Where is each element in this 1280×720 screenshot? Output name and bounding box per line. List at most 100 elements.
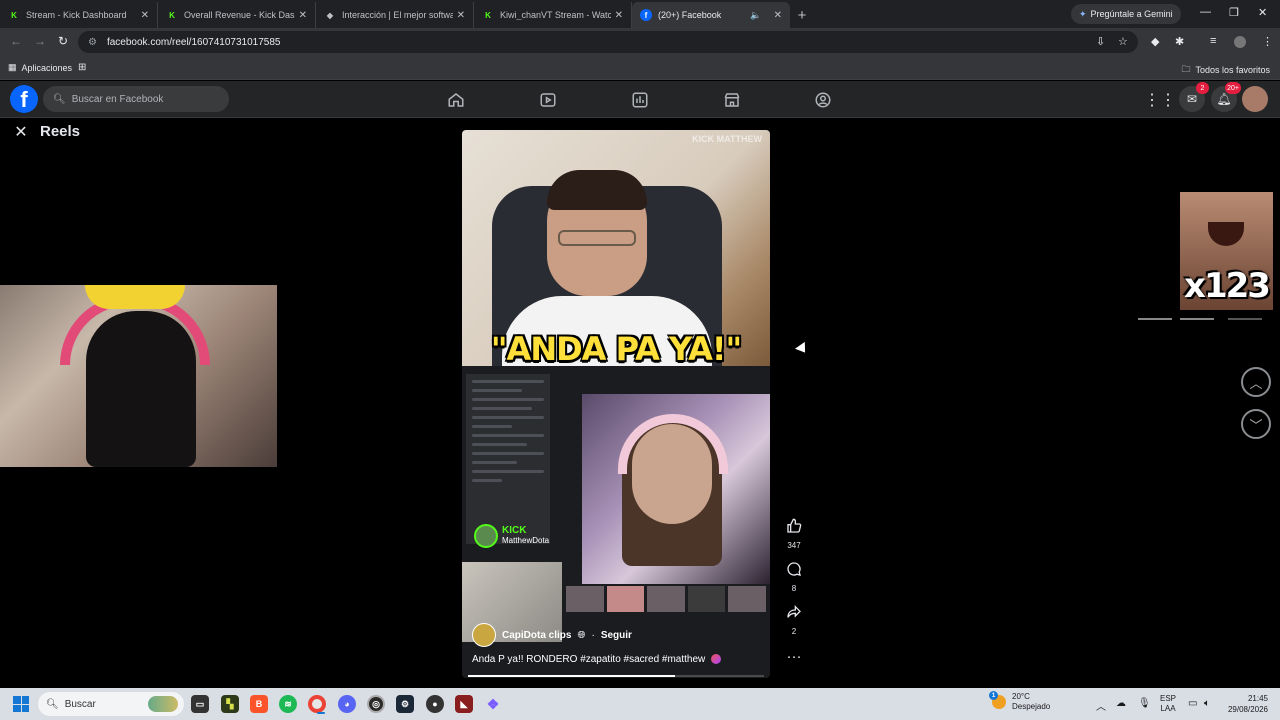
weather-widget[interactable]: 1 20°C Despejado [989,691,1051,712]
marketplace-icon[interactable] [721,89,743,111]
onedrive-icon[interactable]: ☁ [1116,698,1126,709]
like-count: 347 [787,541,801,550]
author-name[interactable]: CapiDota clips [502,630,571,641]
forward-icon[interactable]: → [34,34,46,48]
video-icon[interactable] [537,89,559,111]
discord-icon[interactable]: ◕ [338,695,356,713]
steam-icon[interactable]: ⚙ [396,695,414,713]
close-tab-icon[interactable]: ✕ [457,10,465,21]
groups-icon[interactable] [812,89,834,111]
browser-tab-5-active[interactable]: f (20+) Facebook 🔈 ✕ [632,2,790,28]
address-bar[interactable]: ⚙ facebook.com/reel/1607410731017585 [78,31,1138,53]
comment-button[interactable]: 8 [783,561,805,593]
facebook-header: f 🔍︎ Buscar en Facebook ⋮⋮ ✉ 2 🔔︎ 20+ [0,81,1280,118]
feeds-icon[interactable] [629,89,651,111]
bookmark-star-icon[interactable]: ☆ [1118,35,1128,48]
windows-start-icon[interactable] [13,696,29,712]
taskbar-clock[interactable]: 21:45 29/08/2026 [1226,693,1268,715]
lang-bottom: LAA [1160,704,1176,713]
terminal-app-icon[interactable]: ▚ [221,695,239,713]
messenger-button[interactable]: ✉ 2 [1179,82,1209,112]
kick-label: KICK [502,525,527,536]
reel-video[interactable]: KICK MATTHEW "ANDA PA YA!" KICK MatthewD… [462,130,770,678]
menu-grid-icon[interactable]: ⋮⋮ [1144,89,1176,111]
gemini-icon: ✦ [1079,8,1087,19]
extension-icon[interactable]: ◆ [1151,35,1159,48]
volume-icon[interactable]: 🔈︎ [1204,698,1210,709]
close-tab-icon[interactable]: ✕ [615,10,623,21]
kick-channel-name: MatthewDota [502,536,550,545]
apps-grid-icon: ▦ [8,62,17,72]
close-reels-button[interactable]: ✕ [11,122,31,142]
follow-button[interactable]: Seguir [601,630,632,641]
apps-bookmark[interactable]: ▦ Aplicaciones [8,62,72,73]
browser-tab-1[interactable]: K Stream - Kick Dashboard ✕ [0,2,158,28]
notifications-button[interactable]: 🔔︎ 20+ [1211,82,1241,112]
recording-app-icon[interactable]: ● [426,695,444,713]
gemini-button[interactable]: ✦ Pregúntale a Gemini [1071,4,1181,24]
author-avatar[interactable] [472,623,496,647]
close-window-icon[interactable]: ✕ [1258,6,1267,19]
search-highlight-image [148,696,178,712]
more-horizontal-icon: ··· [786,648,802,665]
taskbar-search[interactable]: 🔍︎ Buscar [38,692,184,716]
profile-avatar[interactable] [1234,36,1246,48]
reel-caption: Anda P ya!! RONDERO #zapatito #sacred #m… [472,654,722,665]
weather-desc: Despejado [1012,702,1051,711]
share-button[interactable]: 2 [783,604,805,636]
network-icon[interactable]: ▭ [1188,698,1197,709]
bookmarks-bar: ▦ Aplicaciones ⊞ 🗀 Todos los favoritos [0,56,1280,80]
extensions-puzzle-icon[interactable]: ✱ [1175,35,1184,48]
dota-icon[interactable]: ◣ [455,695,473,713]
overlay-progress-marks [1138,318,1263,320]
microphone-icon[interactable]: 🎙︎ [1138,698,1151,709]
install-app-icon[interactable]: ⇩ [1096,35,1105,48]
facebook-logo[interactable]: f [10,85,38,113]
all-bookmarks[interactable]: 🗀 Todos los favoritos [1181,62,1270,78]
facebook-search-input[interactable]: 🔍︎ Buscar en Facebook [43,86,229,112]
tab-search-icon[interactable]: ≡ [1210,35,1216,47]
more-options-button[interactable]: ··· [783,648,805,666]
new-tab-button[interactable]: + [790,2,814,28]
brave-icon[interactable]: B [250,695,268,713]
spotify-icon[interactable]: ≋ [279,695,297,713]
site-info-icon[interactable]: ⚙ [88,37,97,48]
clock-time: 21:45 [1247,694,1268,703]
home-icon[interactable] [445,89,467,111]
streaming-app-icon[interactable]: ❖ [484,695,502,713]
globe-icon: 🌐︎ [577,629,586,641]
kick-favicon-icon: K [11,10,17,20]
messenger-badge: 2 [1196,82,1209,94]
browser-tab-2[interactable]: K Overall Revenue - Kick Dashboard ✕ [158,2,316,28]
task-view-icon[interactable]: ▭ [191,695,209,713]
browser-tab-4[interactable]: K Kiwi_chanVT Stream - Watch Live ✕ [474,2,632,28]
profile-avatar[interactable] [1242,86,1268,112]
clock-date: 29/08/2026 [1227,705,1268,714]
thumbs-up-icon [783,518,805,539]
reload-icon[interactable]: ↻ [58,34,68,48]
speaker-icon[interactable]: 🔈 [750,10,761,21]
close-tab-icon[interactable]: ✕ [299,10,307,21]
facebook-favicon-icon: f [640,9,652,21]
minimize-icon[interactable]: — [1200,6,1211,18]
reel-progress-fill [468,675,676,677]
restore-icon[interactable]: ❐ [1229,6,1239,19]
tray-expand-icon[interactable]: ︿ [1096,698,1106,713]
tab-groups-icon[interactable]: ⊞ [78,62,86,73]
reel-progress-bar[interactable] [468,675,764,677]
weather-temp: 20°C [1012,692,1030,701]
video-watermark: KICK MATTHEW [692,134,762,144]
meme-text: x123 [1184,266,1271,306]
obs-icon[interactable]: ◎ [367,695,385,713]
close-tab-icon[interactable]: ✕ [141,10,149,21]
language-indicator[interactable]: ESP LAA [1160,694,1176,714]
chrome-icon[interactable] [308,695,326,714]
more-menu-icon[interactable]: ⋮ [1262,35,1273,48]
thumbnail-strip [566,586,766,612]
browser-tab-3[interactable]: ◆ Interacción | El mejor software para ✕ [316,2,474,28]
previous-reel-button[interactable]: ︿ [1241,367,1271,397]
next-reel-button[interactable]: ﹀ [1241,409,1271,439]
back-icon[interactable]: ← [10,34,22,48]
like-button[interactable]: 347 [783,518,805,550]
close-tab-icon[interactable]: ✕ [774,10,782,21]
